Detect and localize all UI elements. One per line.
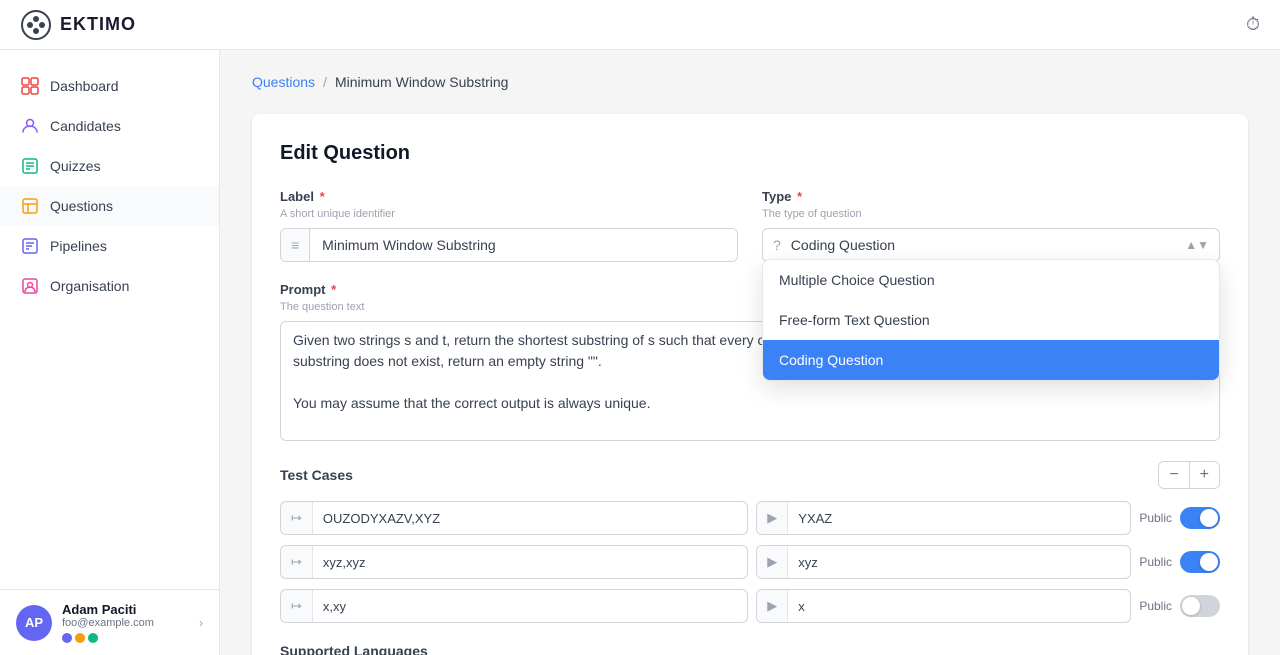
dot-3 bbox=[88, 633, 98, 643]
sidebar-label-questions: Questions bbox=[50, 198, 113, 214]
sidebar-item-pipelines[interactable]: Pipelines bbox=[0, 226, 219, 266]
user-name: Adam Paciti bbox=[62, 602, 189, 617]
type-group: Type * The type of question ? Multiple C… bbox=[762, 189, 1220, 262]
add-test-case-button[interactable]: + bbox=[1190, 462, 1219, 488]
test-output-3: ▶ bbox=[756, 589, 1131, 623]
breadcrumb-questions-link[interactable]: Questions bbox=[252, 74, 315, 90]
test-output-2: ▶ bbox=[756, 545, 1131, 579]
breadcrumb-separator: / bbox=[323, 74, 327, 90]
type-select[interactable]: Multiple Choice Question Free-form Text … bbox=[791, 229, 1175, 261]
avatar: AP bbox=[16, 605, 52, 641]
test-cases-header: Test Cases − + bbox=[280, 461, 1220, 489]
label-sublabel: A short unique identifier bbox=[280, 208, 738, 220]
test-case-row-3: ↦ ▶ Public bbox=[280, 589, 1220, 623]
sidebar-item-questions[interactable]: Questions bbox=[0, 186, 219, 226]
sidebar-label-pipelines: Pipelines bbox=[50, 238, 107, 254]
public-label-3: Public bbox=[1139, 599, 1172, 613]
label-input[interactable] bbox=[310, 229, 737, 261]
test-case-row-1: ↦ ▶ Public bbox=[280, 501, 1220, 535]
logo: EKTIMO bbox=[20, 9, 136, 41]
sidebar-label-organisation: Organisation bbox=[50, 278, 129, 294]
test-output-field-3[interactable] bbox=[788, 591, 1130, 622]
type-select-wrapper[interactable]: ? Multiple Choice Question Free-form Tex… bbox=[762, 228, 1220, 262]
type-chevron-icon: ▲▼ bbox=[1175, 230, 1219, 260]
sidebar-item-dashboard[interactable]: Dashboard bbox=[0, 66, 219, 106]
card-title: Edit Question bbox=[280, 142, 1220, 165]
user-chevron-icon: › bbox=[199, 616, 203, 630]
type-icon-left: ? bbox=[763, 229, 791, 261]
sidebar-label-candidates: Candidates bbox=[50, 118, 121, 134]
sidebar-user[interactable]: AP Adam Paciti foo@example.com › bbox=[0, 589, 219, 655]
test-cases-btn-group: − + bbox=[1158, 461, 1220, 489]
sidebar: Dashboard Candidates bbox=[0, 50, 220, 655]
public-label-1: Public bbox=[1139, 511, 1172, 525]
toggle-knob-1 bbox=[1200, 509, 1218, 527]
candidates-icon bbox=[20, 116, 40, 136]
label-type-row: Label * A short unique identifier ≡ Type… bbox=[280, 189, 1220, 262]
input-arrow-icon-1: ↦ bbox=[281, 502, 313, 534]
test-case-row-2: ↦ ▶ Public bbox=[280, 545, 1220, 579]
output-arrow-icon-1: ▶ bbox=[757, 502, 788, 534]
toggle-knob-3 bbox=[1182, 597, 1200, 615]
dot-2 bbox=[75, 633, 85, 643]
type-dropdown-menu: Multiple Choice Question Free-form Text … bbox=[762, 259, 1220, 381]
sidebar-label-quizzes: Quizzes bbox=[50, 158, 101, 174]
sidebar-label-dashboard: Dashboard bbox=[50, 78, 119, 94]
label-input-wrapper: ≡ bbox=[280, 228, 738, 262]
user-info: Adam Paciti foo@example.com bbox=[62, 602, 189, 643]
test-input-field-2[interactable] bbox=[313, 547, 747, 578]
test-output-field-1[interactable] bbox=[788, 503, 1130, 534]
input-arrow-icon-2: ↦ bbox=[281, 546, 313, 578]
dropdown-item-multiple-choice[interactable]: Multiple Choice Question bbox=[763, 260, 1219, 300]
test-input-3: ↦ bbox=[280, 589, 748, 623]
test-output-1: ▶ bbox=[756, 501, 1131, 535]
public-toggle-3[interactable] bbox=[1180, 595, 1220, 617]
topbar-right: ⏱ bbox=[1246, 14, 1260, 35]
logo-text: EKTIMO bbox=[60, 14, 136, 35]
public-label-2: Public bbox=[1139, 555, 1172, 569]
type-label: Type * bbox=[762, 189, 1220, 204]
questions-icon bbox=[20, 196, 40, 216]
breadcrumb-current: Minimum Window Substring bbox=[335, 74, 509, 90]
timer-icon[interactable]: ⏱ bbox=[1246, 14, 1260, 35]
dashboard-icon bbox=[20, 76, 40, 96]
sidebar-item-organisation[interactable]: Organisation bbox=[0, 266, 219, 306]
remove-test-case-button[interactable]: − bbox=[1159, 462, 1189, 488]
languages-title: Supported Languages bbox=[280, 643, 1220, 655]
sidebar-item-candidates[interactable]: Candidates bbox=[0, 106, 219, 146]
content-area: Questions / Minimum Window Substring Edi… bbox=[220, 50, 1280, 655]
test-output-field-2[interactable] bbox=[788, 547, 1130, 578]
label-label: Label * bbox=[280, 189, 738, 204]
public-toggle-2[interactable] bbox=[1180, 551, 1220, 573]
test-input-field-3[interactable] bbox=[313, 591, 747, 622]
languages-group: Supported Languages JavaScript (Node.js … bbox=[280, 643, 1220, 655]
user-email: foo@example.com bbox=[62, 617, 189, 629]
dropdown-item-free-form[interactable]: Free-form Text Question bbox=[763, 300, 1219, 340]
test-input-field-1[interactable] bbox=[313, 503, 747, 534]
main-layout: Dashboard Candidates bbox=[0, 50, 1280, 655]
pipelines-icon bbox=[20, 236, 40, 256]
organisation-icon bbox=[20, 276, 40, 296]
logo-icon bbox=[20, 9, 52, 41]
quizzes-icon bbox=[20, 156, 40, 176]
user-dots bbox=[62, 633, 189, 643]
test-input-1: ↦ bbox=[280, 501, 748, 535]
sidebar-item-quizzes[interactable]: Quizzes bbox=[0, 146, 219, 186]
dot-1 bbox=[62, 633, 72, 643]
output-arrow-icon-2: ▶ bbox=[757, 546, 788, 578]
test-cases-title: Test Cases bbox=[280, 467, 353, 483]
output-arrow-icon-3: ▶ bbox=[757, 590, 788, 622]
test-input-2: ↦ bbox=[280, 545, 748, 579]
type-sublabel: The type of question bbox=[762, 208, 1220, 220]
sidebar-nav: Dashboard Candidates bbox=[0, 50, 219, 589]
topbar: EKTIMO ⏱ bbox=[0, 0, 1280, 50]
input-arrow-icon-3: ↦ bbox=[281, 590, 313, 622]
edit-question-card: Edit Question Label * A short unique ide… bbox=[252, 114, 1248, 655]
public-toggle-1[interactable] bbox=[1180, 507, 1220, 529]
label-group: Label * A short unique identifier ≡ bbox=[280, 189, 738, 262]
toggle-knob-2 bbox=[1200, 553, 1218, 571]
breadcrumb: Questions / Minimum Window Substring bbox=[252, 74, 1248, 90]
label-prefix-icon: ≡ bbox=[281, 229, 310, 261]
dropdown-item-coding[interactable]: Coding Question bbox=[763, 340, 1219, 380]
